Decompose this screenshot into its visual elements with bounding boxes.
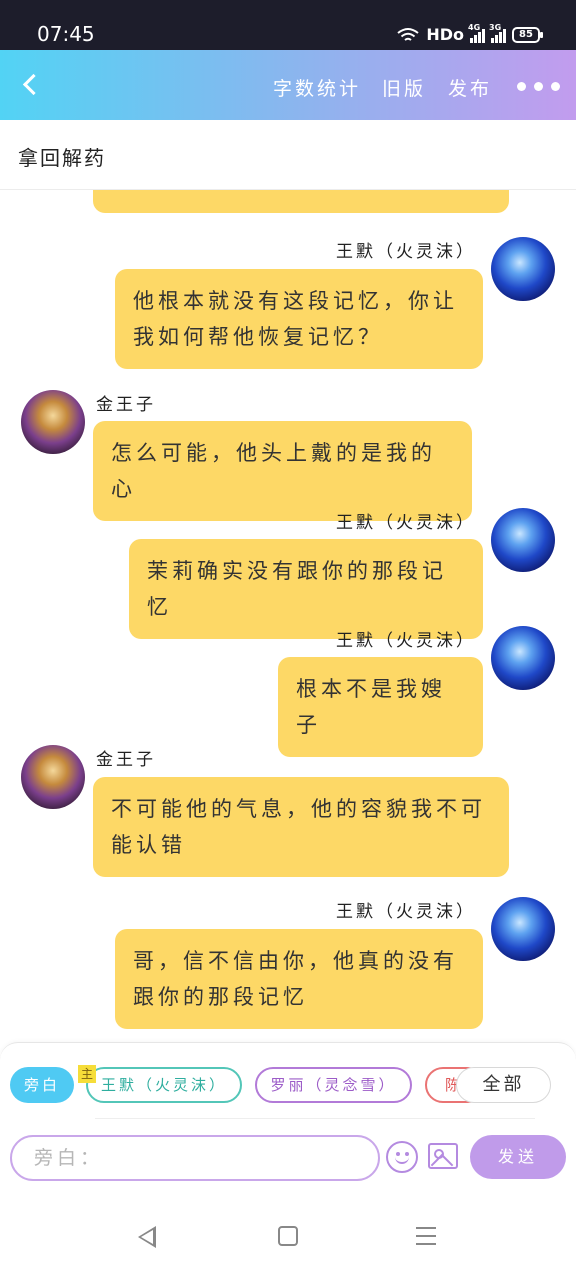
emoji-icon[interactable] (386, 1141, 418, 1173)
status-bar: 07:45 HDo 4G 3G 85 (0, 0, 576, 50)
chat-bubble[interactable]: 不可能他的气息，他的容貌我不可 能认错 (93, 777, 509, 877)
send-button[interactable]: 发送 (470, 1135, 566, 1179)
chat-bubble-partial[interactable] (93, 190, 509, 213)
chat-bubble[interactable]: 根本不是我嫂子 (278, 657, 483, 757)
nav-back-icon[interactable] (138, 1226, 156, 1248)
role-chip-narration[interactable]: 旁白 (10, 1067, 74, 1103)
composer-panel: 旁白 主 王默（火灵沫） 罗丽（灵念雪） 陈 全部 旁白： 发送 (0, 1042, 576, 1182)
system-nav-bar (0, 1182, 576, 1280)
status-icons: HDo 4G 3G 85 (396, 23, 543, 44)
top-toolbar: 字数统计 旧版 发布 (0, 50, 576, 120)
signal-icon-sim2: 3G (489, 23, 506, 43)
story-title[interactable]: 拿回解药 (18, 142, 106, 171)
speaker-name: 王默（火灵沫） (336, 513, 476, 533)
role-chip-luoli[interactable]: 罗丽（灵念雪） (255, 1067, 412, 1103)
story-title-bar: 拿回解药 (0, 120, 576, 190)
battery-icon: 85 (512, 26, 543, 43)
speaker-name: 王默（火灵沫） (336, 242, 476, 262)
word-count-button[interactable]: 字数统计 (273, 74, 361, 101)
back-button[interactable] (18, 70, 48, 100)
speaker-name: 金王子 (96, 395, 156, 415)
chat-bubble[interactable]: 他根本就没有这段记忆，你让 我如何帮他恢复记忆？ (115, 269, 483, 369)
golden-prince-avatar[interactable] (21, 390, 85, 454)
main-role-badge: 主 (78, 1065, 96, 1083)
message-input[interactable]: 旁白： (10, 1135, 380, 1181)
golden-prince-avatar[interactable] (21, 745, 85, 809)
image-icon[interactable] (428, 1143, 458, 1169)
divider (95, 1118, 535, 1119)
role-chip-wangmo[interactable]: 王默（火灵沫） (86, 1067, 242, 1103)
speaker-name: 金王子 (96, 750, 156, 770)
nav-recents-icon[interactable] (416, 1227, 436, 1245)
chat-bubble[interactable]: 怎么可能，他头上戴的是我的心 (93, 421, 472, 521)
chat-bubble[interactable]: 哥，信不信由你，他真的没有 跟你的那段记忆 (115, 929, 483, 1029)
nav-home-icon[interactable] (278, 1226, 298, 1246)
publish-button[interactable]: 发布 (448, 74, 492, 101)
all-roles-button[interactable]: 全部 (456, 1067, 551, 1103)
signal-icon-sim1: 4G (468, 23, 485, 43)
network-type: HDo (426, 25, 464, 44)
chat-scroll-area[interactable]: 王默（火灵沫） 他根本就没有这段记忆，你让 我如何帮他恢复记忆？ 金王子 怎么可… (0, 190, 576, 1040)
wifi-icon (397, 27, 419, 41)
old-version-button[interactable]: 旧版 (382, 74, 426, 101)
blue-hair-girl-avatar[interactable] (491, 897, 555, 961)
speaker-name: 王默（火灵沫） (336, 902, 476, 922)
speaker-name: 王默（火灵沫） (336, 631, 476, 651)
blue-hair-girl-avatar[interactable] (491, 508, 555, 572)
blue-hair-girl-avatar[interactable] (491, 237, 555, 301)
chat-bubble[interactable]: 茉莉确实没有跟你的那段记忆 (129, 539, 483, 639)
blue-hair-girl-avatar[interactable] (491, 626, 555, 690)
more-options-button[interactable] (517, 82, 560, 91)
status-time: 07:45 (37, 22, 95, 46)
